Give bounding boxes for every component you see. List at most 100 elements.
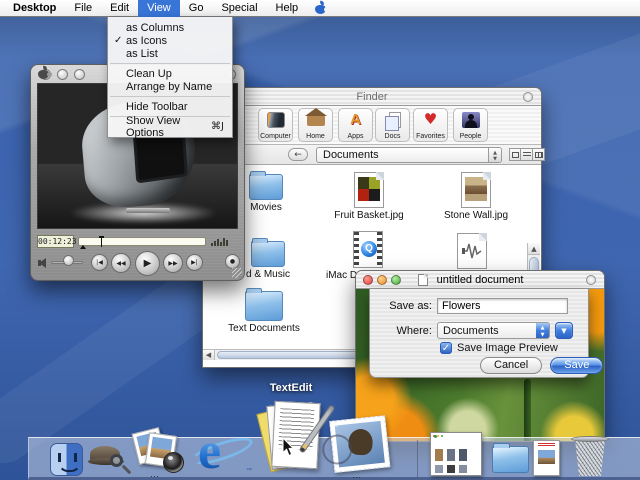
- apple-store-logo: [434, 434, 438, 440]
- file-text-documents[interactable]: Text Documents: [209, 291, 319, 334]
- file-fruit-basket[interactable]: Fruit Basket.jpg: [314, 172, 424, 221]
- scroll-left-arrow-icon[interactable]: ◀: [203, 350, 215, 360]
- toolbar-button-docs[interactable]: Docs: [375, 108, 410, 142]
- trash-rim: [571, 436, 609, 442]
- document-icon: [418, 274, 428, 286]
- play-button[interactable]: ▶: [135, 251, 160, 276]
- dock-finder-icon[interactable]: [50, 443, 83, 476]
- ie-letter: e: [198, 422, 221, 480]
- untitled-document-window: untitled document Save as: Where: Docume…: [355, 270, 605, 442]
- menu-special[interactable]: Special: [212, 0, 266, 17]
- minimize-button[interactable]: [57, 69, 68, 80]
- dock-trash-icon[interactable]: [571, 434, 609, 477]
- apple-logo-quicktime: [38, 67, 50, 80]
- go-to-end-button[interactable]: ▶|: [186, 254, 203, 271]
- zoom-button[interactable]: [74, 69, 85, 80]
- path-popup[interactable]: Documents ▲▼: [316, 147, 502, 163]
- running-indicator-icon: …: [150, 469, 160, 479]
- dock-sherlock-icon[interactable]: [88, 442, 128, 476]
- minimize-button[interactable]: [377, 275, 387, 285]
- view-menu: as Columns ✓ as Icons as List Clean Up A…: [107, 17, 233, 138]
- menu-edit[interactable]: Edit: [101, 0, 138, 17]
- audio-level-meter-icon: [211, 237, 228, 246]
- toolbar-button-computer[interactable]: Computer: [258, 108, 293, 142]
- back-button[interactable]: ←: [288, 148, 308, 161]
- save-as-input[interactable]: [437, 298, 568, 314]
- menu-item-clean-up[interactable]: Clean Up: [108, 67, 232, 80]
- trash-basket-icon: [573, 439, 607, 476]
- save-button[interactable]: Save: [550, 357, 603, 374]
- dock-hover-label: TextEdit: [246, 382, 336, 394]
- home-icon: [307, 115, 325, 126]
- menu-item-as-columns[interactable]: as Columns: [108, 21, 232, 34]
- menu-help[interactable]: Help: [267, 0, 308, 17]
- finder-toolbar-toggle-button[interactable]: [523, 92, 533, 102]
- flower-stem: [524, 379, 531, 441]
- view-mode-buttons: [509, 148, 545, 161]
- finder-pathbar: ← Documents ▲▼: [203, 145, 541, 165]
- where-popup[interactable]: Documents ▲▼: [437, 322, 550, 339]
- folder-icon: [251, 241, 285, 267]
- menu-item-hide-toolbar[interactable]: Hide Toolbar: [108, 100, 232, 113]
- menu-separator: [110, 63, 230, 64]
- stamp-text: 1.0: [329, 422, 338, 429]
- speaker-icon: [39, 258, 46, 268]
- playback-track[interactable]: [78, 237, 206, 246]
- menu-item-as-icons[interactable]: ✓ as Icons: [108, 34, 232, 47]
- dock-image-document-icon[interactable]: [533, 440, 560, 476]
- waveform-icon: [458, 234, 486, 268]
- toolbar-toggle-button[interactable]: [586, 275, 596, 285]
- menu-desktop[interactable]: Desktop: [4, 0, 65, 17]
- menu-go[interactable]: Go: [180, 0, 213, 17]
- icon-view-button[interactable]: [509, 148, 521, 161]
- imac-stand: [126, 208, 170, 213]
- dock-internet-explorer-icon[interactable]: e ™: [192, 430, 254, 478]
- dock-separator: [417, 440, 418, 478]
- cancel-button[interactable]: Cancel: [480, 357, 542, 374]
- menu-view[interactable]: View: [138, 0, 180, 17]
- desktop: Finder Computer Home A Apps Docs ♥ Fa: [0, 0, 640, 480]
- dock-folder-icon[interactable]: [492, 446, 529, 473]
- untitled-titlebar[interactable]: untitled document: [356, 271, 604, 289]
- toolbar-button-home[interactable]: Home: [298, 108, 333, 142]
- checkmark-icon: ✓: [114, 35, 126, 46]
- list-view-button[interactable]: [521, 148, 533, 161]
- go-to-start-button[interactable]: |◀: [91, 254, 108, 271]
- resize-grip[interactable]: [232, 268, 242, 278]
- rewind-button[interactable]: ◀◀: [111, 253, 131, 273]
- computer-icon: [267, 112, 285, 128]
- save-image-preview-checkbox[interactable]: ✓: [440, 342, 452, 354]
- where-label: Where:: [370, 325, 432, 337]
- running-indicator-icon: …: [352, 470, 362, 480]
- menu-item-show-view-options[interactable]: Show View Options ⌘J: [108, 120, 232, 133]
- volume-thumb[interactable]: [63, 255, 74, 266]
- playhead[interactable]: [101, 236, 102, 247]
- audio-file-icon: [457, 233, 487, 269]
- disclosure-button[interactable]: ▼: [555, 322, 573, 339]
- toolbar-button-apps[interactable]: A Apps: [338, 108, 373, 142]
- heart-icon: ♥: [422, 112, 440, 128]
- popup-stepper-icon: ▲▼: [488, 148, 501, 162]
- mini-window-content: [433, 441, 479, 473]
- menu-item-arrange-by-name[interactable]: Arrange by Name: [108, 80, 232, 93]
- icon-view-icon: [512, 152, 519, 158]
- toolbar-button-favorites[interactable]: ♥ Favorites: [413, 108, 448, 142]
- finder-titlebar[interactable]: Finder: [203, 88, 541, 106]
- toolbar-button-people[interactable]: People: [453, 108, 488, 142]
- apple-logo[interactable]: [315, 2, 327, 15]
- zoom-button[interactable]: [391, 275, 401, 285]
- dock-minimized-window-icon[interactable]: [430, 432, 482, 476]
- column-view-icon: [535, 152, 543, 158]
- close-button[interactable]: [363, 275, 373, 285]
- menu-item-as-list[interactable]: as List: [108, 47, 232, 60]
- selection-marker-icon: [80, 245, 86, 249]
- untitled-title: untitled document: [437, 274, 524, 286]
- fast-forward-button[interactable]: ▶▶: [163, 253, 183, 273]
- eject-button[interactable]: ●: [225, 254, 240, 269]
- folder-icon: [245, 291, 283, 321]
- column-view-button[interactable]: [533, 148, 545, 161]
- scroll-up-arrow-icon[interactable]: ▲: [528, 243, 540, 255]
- menu-file[interactable]: File: [65, 0, 101, 17]
- file-audio[interactable]: [417, 233, 527, 269]
- file-stone-wall[interactable]: Stone Wall.jpg: [421, 172, 531, 221]
